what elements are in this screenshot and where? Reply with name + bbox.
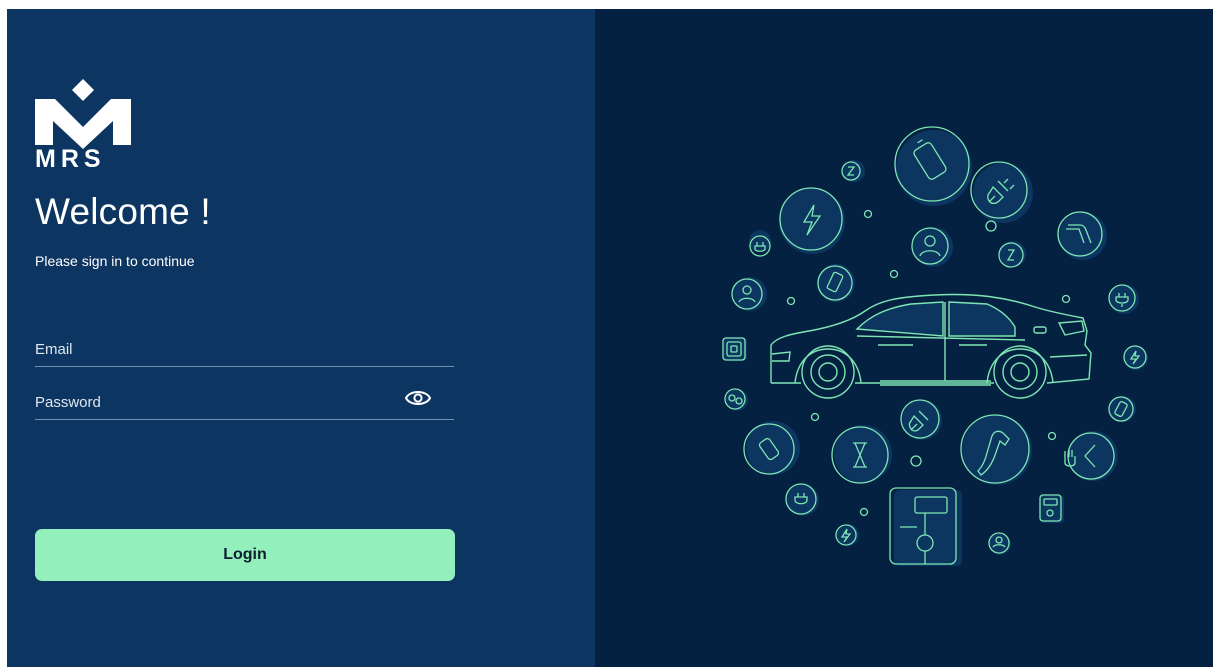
signin-subtitle: Please sign in to continue <box>35 253 195 269</box>
login-screen: MRS Welcome ! Please sign in to continue… <box>7 9 1213 667</box>
welcome-heading: Welcome ! <box>35 191 211 232</box>
ev-charging-illustration <box>722 126 1148 566</box>
svg-text:MRS: MRS <box>35 145 106 168</box>
login-button[interactable]: Login <box>35 529 455 581</box>
mrs-logo: MRS <box>35 79 131 168</box>
email-field-wrapper <box>35 332 454 367</box>
car-icon <box>770 293 1092 399</box>
password-input[interactable] <box>35 387 395 417</box>
login-panel: MRS Welcome ! Please sign in to continue… <box>7 9 595 667</box>
password-field-wrapper <box>35 385 454 420</box>
show-password-icon[interactable] <box>404 387 432 409</box>
illustration-panel <box>595 9 1213 667</box>
email-input[interactable] <box>35 334 395 364</box>
